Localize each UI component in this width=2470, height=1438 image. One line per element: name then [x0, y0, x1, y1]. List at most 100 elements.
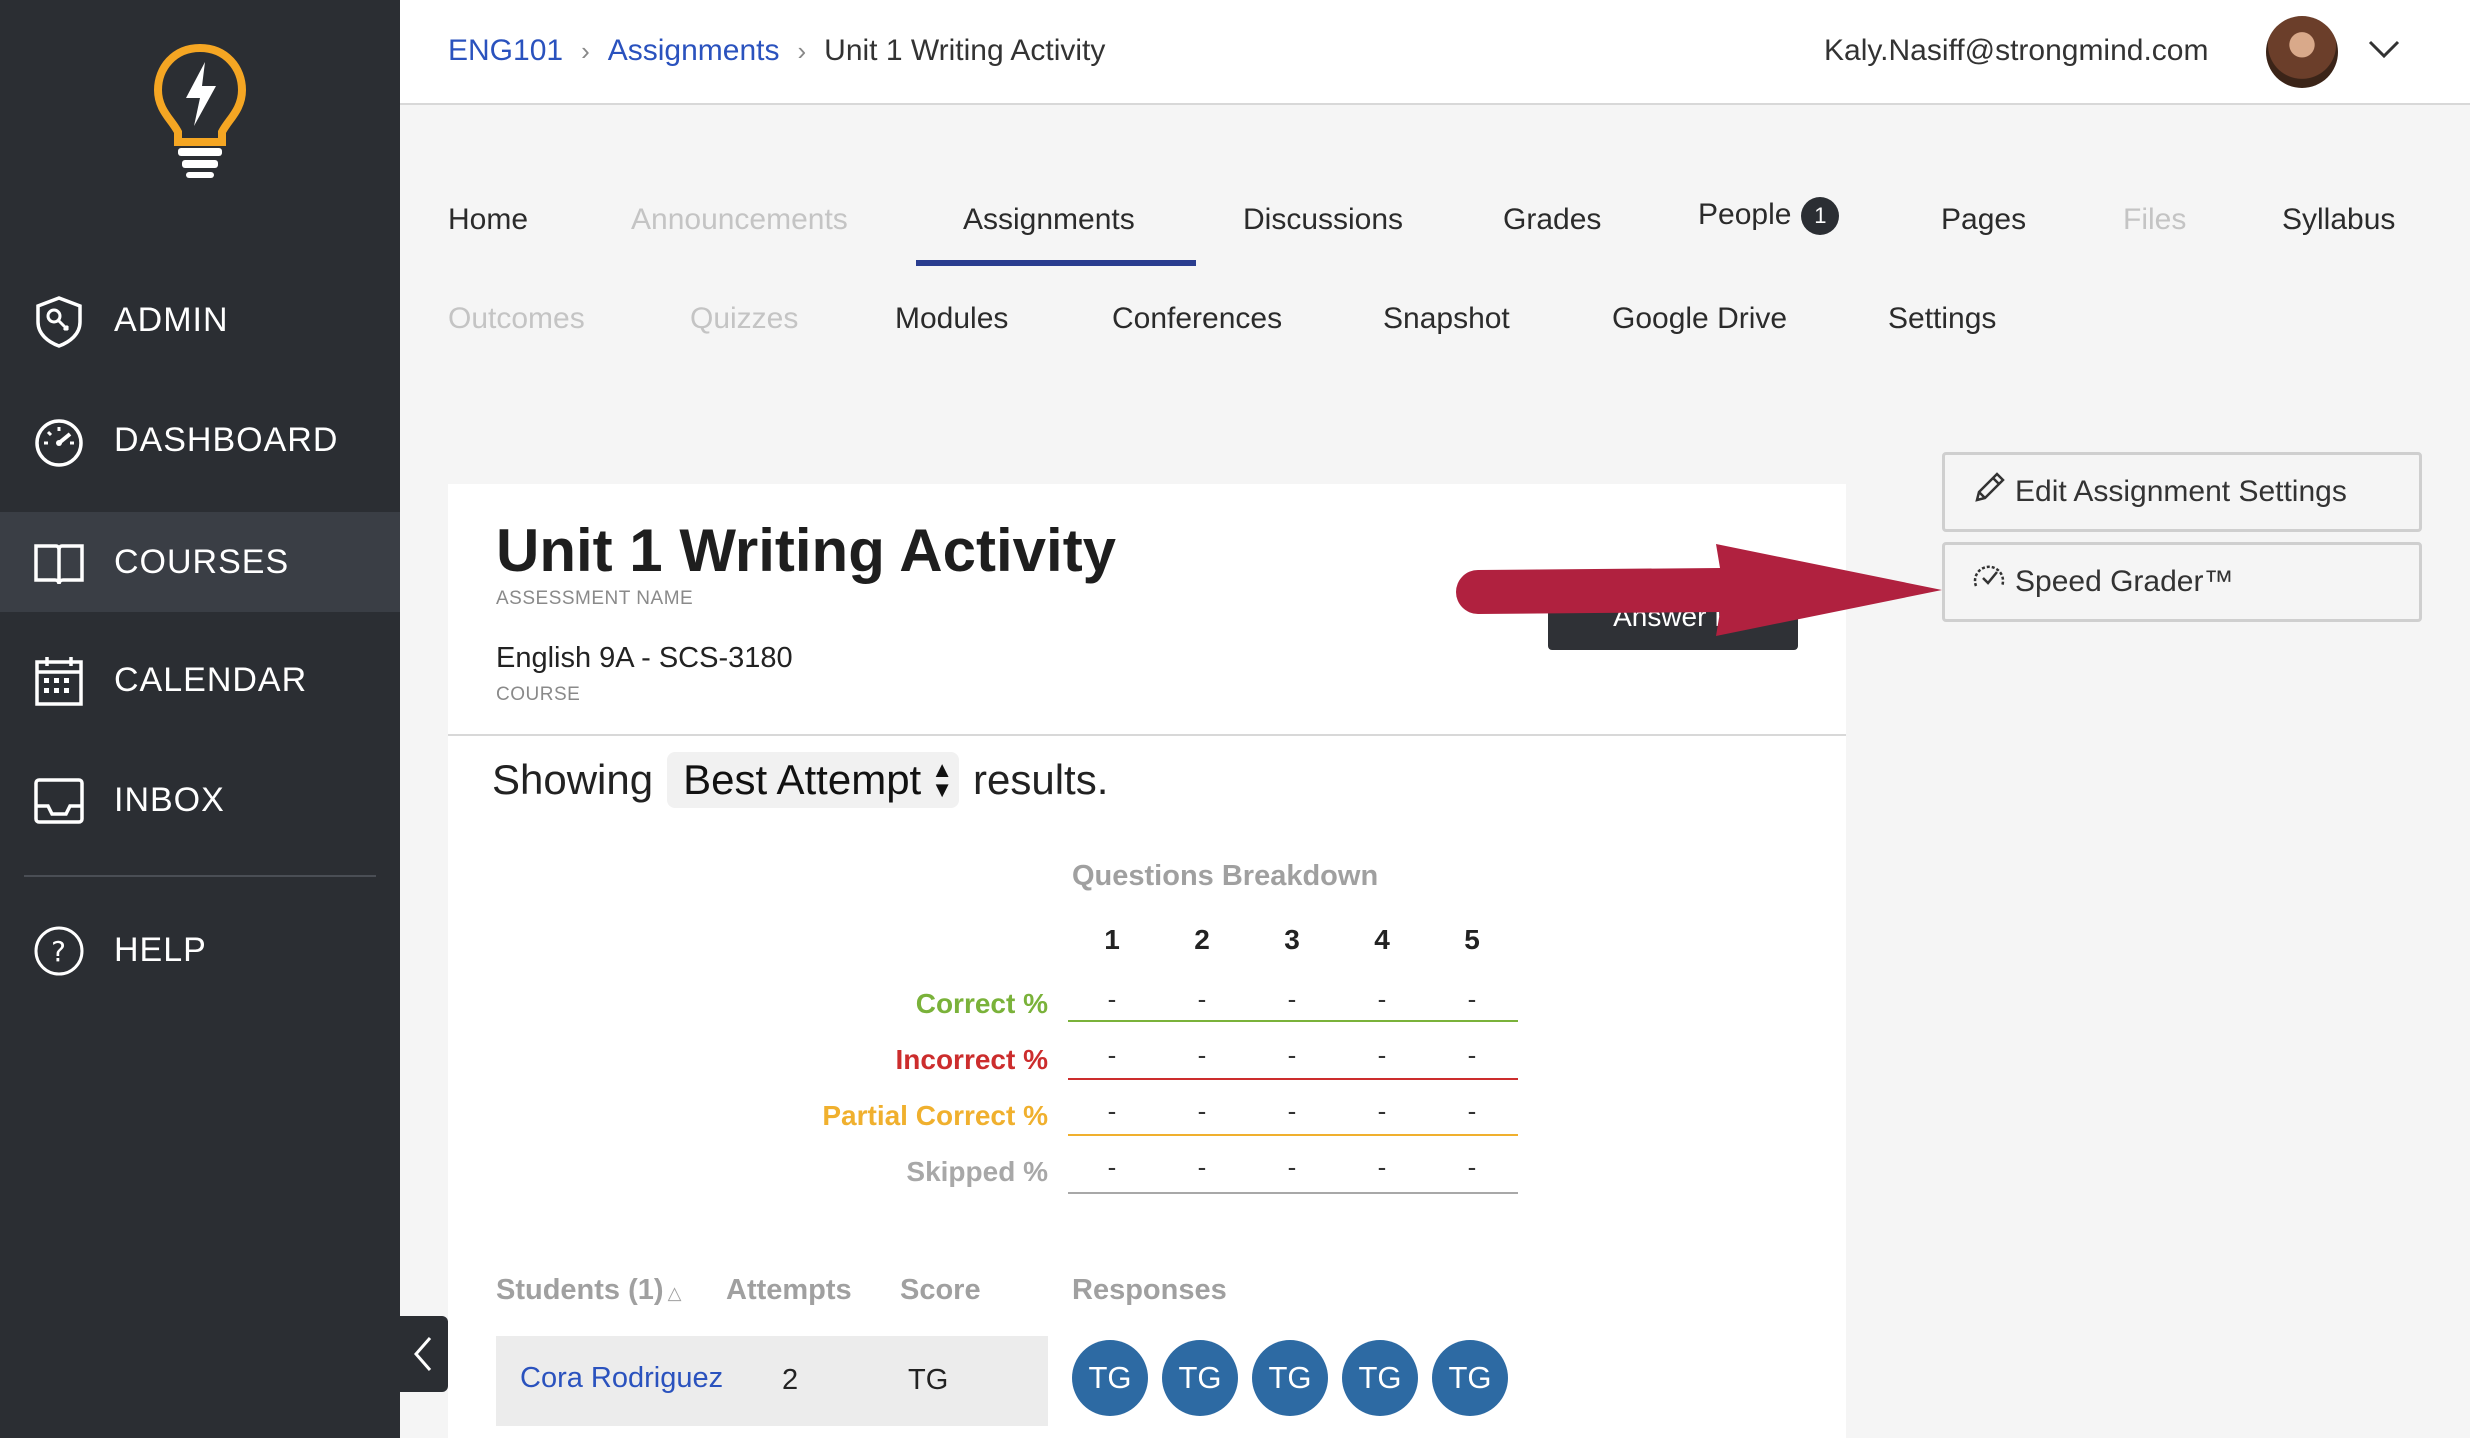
help-circle-icon: ? — [32, 924, 86, 978]
collapse-sidebar-button[interactable] — [400, 1316, 448, 1392]
incorrect-cell: - — [1107, 1040, 1117, 1070]
book-icon — [32, 536, 86, 590]
admin-shield-icon — [32, 294, 86, 348]
tab-snapshot[interactable]: Snapshot — [1383, 302, 1510, 336]
tab-syllabus[interactable]: Syllabus — [2282, 203, 2395, 237]
lightbulb-logo-icon[interactable] — [150, 40, 250, 180]
correct-cell: - — [1467, 984, 1477, 1014]
tab-people[interactable]: People 1 — [1698, 197, 1840, 235]
incorrect-cell: - — [1287, 1040, 1297, 1070]
breadcrumb-assignments-link[interactable]: Assignments — [608, 34, 780, 68]
tab-google-drive[interactable]: Google Drive — [1612, 302, 1787, 336]
sidebar-item-label: INBOX — [114, 780, 225, 819]
showing-suffix: results. — [973, 756, 1109, 803]
sidebar: ADMIN DASHBOARD COURSES CALENDAR INBOX ?… — [0, 0, 400, 1438]
speed-grader-button[interactable]: Speed Grader™ — [1942, 542, 2422, 622]
sidebar-item-inbox[interactable]: INBOX — [0, 750, 400, 850]
incorrect-cell: - — [1377, 1040, 1387, 1070]
tab-files: Files — [2123, 203, 2187, 236]
chevron-right-icon: › — [581, 35, 590, 66]
showing-prefix: Showing — [492, 756, 654, 803]
page-title: Unit 1 Writing Activity — [496, 517, 1117, 584]
annotation-arrow — [1450, 540, 1950, 645]
course-nav-tabs: Home Announcements Assignments Discussio… — [400, 105, 2470, 405]
correct-cell: - — [1107, 984, 1117, 1014]
edit-assignment-settings-label: Edit Assignment Settings — [2015, 475, 2347, 508]
tab-pages[interactable]: Pages — [1941, 203, 2026, 237]
tab-settings[interactable]: Settings — [1888, 302, 1996, 336]
skipped-cell: - — [1377, 1152, 1387, 1182]
tab-people-label: People — [1698, 197, 1792, 231]
card-divider — [448, 734, 1846, 736]
pencil-icon — [1971, 470, 2007, 514]
edit-assignment-settings-button[interactable]: Edit Assignment Settings — [1942, 452, 2422, 532]
chevron-right-icon: › — [797, 35, 807, 66]
response-badge[interactable]: TG — [1162, 1340, 1238, 1416]
skipped-pct-label: Skipped % — [906, 1156, 1048, 1187]
question-number: 5 — [1464, 924, 1480, 955]
tab-discussions[interactable]: Discussions — [1243, 203, 1403, 237]
tab-assignments[interactable]: Assignments — [963, 203, 1135, 237]
breadcrumb-current: Unit 1 Writing Activity — [824, 34, 1106, 67]
tab-modules[interactable]: Modules — [895, 302, 1008, 336]
score-column-header: Score — [900, 1274, 981, 1306]
skipped-cell: - — [1107, 1152, 1117, 1182]
question-number: 2 — [1194, 924, 1210, 955]
response-badge[interactable]: TG — [1072, 1340, 1148, 1416]
tab-conferences[interactable]: Conferences — [1112, 302, 1282, 336]
avatar[interactable] — [2266, 16, 2338, 88]
speed-grader-label: Speed Grader™ — [2015, 565, 2234, 598]
incorrect-cell: - — [1197, 1040, 1207, 1070]
tab-quizzes: Quizzes — [690, 302, 799, 335]
partial-cell: - — [1467, 1096, 1477, 1126]
speed-grader-gauge-icon — [1971, 560, 2007, 604]
sidebar-item-courses[interactable]: COURSES — [0, 512, 400, 612]
sidebar-item-label: ADMIN — [114, 300, 229, 339]
skipped-cell: - — [1287, 1152, 1297, 1182]
people-count-badge: 1 — [1801, 197, 1840, 235]
student-attempts: 2 — [782, 1364, 799, 1396]
chevron-down-icon[interactable] — [2366, 38, 2402, 67]
sidebar-item-label: COURSES — [114, 542, 290, 581]
response-badge[interactable]: TG — [1252, 1340, 1328, 1416]
partial-pct-label: Partial Correct % — [822, 1100, 1048, 1131]
tab-outcomes: Outcomes — [448, 302, 585, 335]
attempt-select[interactable]: Best Attempt ▲ ▼ — [667, 752, 960, 808]
user-email: Kaly.Nasiff@strongmind.com — [1824, 34, 2209, 67]
dashboard-gauge-icon — [32, 414, 86, 468]
correct-cell: - — [1377, 984, 1387, 1014]
skipped-cell: - — [1197, 1152, 1207, 1182]
students-header-label: Students (1) — [496, 1274, 664, 1306]
sidebar-item-help[interactable]: ? HELP — [0, 900, 400, 1000]
sidebar-item-admin[interactable]: ADMIN — [0, 270, 400, 370]
incorrect-pct-label: Incorrect % — [895, 1044, 1049, 1075]
student-name-link[interactable]: Cora Rodriguez — [520, 1362, 723, 1395]
breadcrumb-course-link[interactable]: ENG101 — [448, 34, 563, 68]
response-badge[interactable]: TG — [1432, 1340, 1508, 1416]
breadcrumb: ENG101 › Assignments › Unit 1 Writing Ac… — [448, 34, 1105, 68]
incorrect-underline — [1068, 1078, 1518, 1080]
tab-announcements: Announcements — [631, 203, 848, 236]
attempts-column-header: Attempts — [726, 1274, 852, 1306]
active-tab-underline — [916, 260, 1196, 266]
sidebar-item-dashboard[interactable]: DASHBOARD — [0, 390, 400, 490]
students-column-header[interactable]: Students (1) △ — [496, 1274, 681, 1307]
incorrect-cell: - — [1467, 1040, 1477, 1070]
response-badge[interactable]: TG — [1342, 1340, 1418, 1416]
skipped-underline — [1068, 1192, 1518, 1194]
tab-home[interactable]: Home — [448, 203, 528, 237]
inbox-icon — [32, 774, 86, 828]
attempt-select-value: Best Attempt — [683, 756, 922, 803]
tab-grades[interactable]: Grades — [1503, 203, 1601, 237]
partial-cell: - — [1287, 1096, 1297, 1126]
question-number: 3 — [1284, 924, 1300, 955]
sidebar-item-label: HELP — [114, 930, 207, 969]
partial-cell: - — [1197, 1096, 1207, 1126]
student-score: TG — [908, 1364, 949, 1396]
calendar-icon — [32, 654, 86, 708]
course-name: English 9A - SCS-3180 — [496, 642, 793, 674]
sidebar-item-calendar[interactable]: CALENDAR — [0, 630, 400, 730]
sidebar-divider — [24, 875, 376, 877]
skipped-cell: - — [1467, 1152, 1477, 1182]
responses-column-header: Responses — [1072, 1274, 1227, 1306]
